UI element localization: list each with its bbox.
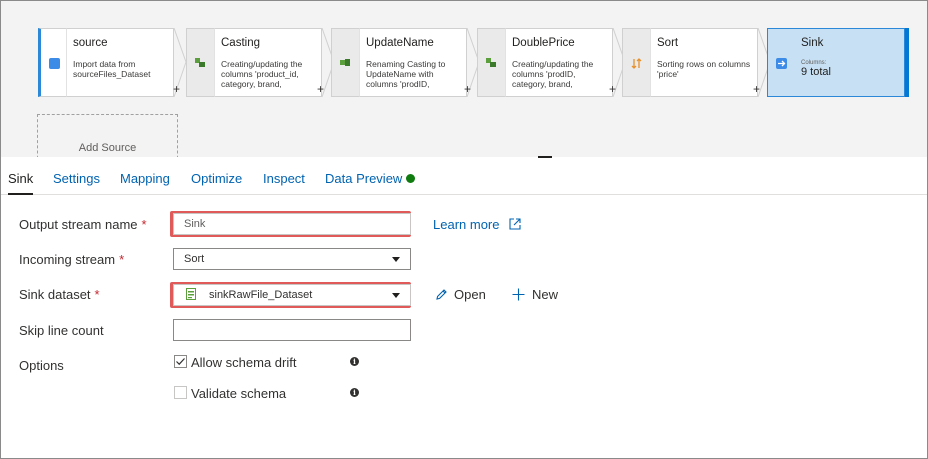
add-transform-plus[interactable]: + (317, 82, 324, 96)
node-title: UpdateName (366, 37, 434, 49)
pencil-icon (436, 289, 447, 300)
sink-icon (776, 58, 787, 69)
node-updatename[interactable]: UpdateName Renaming Casting to UpdateNam… (331, 28, 479, 97)
skip-line-count-label: Skip line count (19, 323, 104, 338)
incoming-stream-select[interactable]: Sort (173, 248, 411, 270)
tab-optimize[interactable]: Optimize (191, 171, 242, 186)
incoming-stream-label: Incoming stream * (19, 252, 125, 267)
sink-dataset-select[interactable]: sinkRawFile_Dataset (173, 284, 411, 306)
output-stream-input[interactable] (184, 214, 410, 234)
node-description: Sorting rows on columns 'price' (657, 59, 751, 79)
status-dot-icon (406, 174, 415, 183)
external-link-icon (509, 218, 521, 230)
settings-tabs: Sink Settings Mapping Optimize Inspect D… (1, 158, 927, 195)
dataset-file-icon (186, 288, 196, 300)
node-title: source (73, 37, 108, 49)
output-stream-field[interactable] (173, 213, 411, 235)
validate-schema-checkbox[interactable] (174, 386, 187, 399)
node-doubleprice[interactable]: DoublePrice Creating/updating the column… (477, 28, 625, 97)
select-icon (340, 59, 350, 66)
info-icon[interactable]: i (350, 357, 359, 366)
node-title: Sink (801, 37, 824, 49)
node-title: Sort (657, 37, 679, 49)
learn-more-link[interactable]: Learn more (433, 217, 521, 232)
source-icon (49, 58, 60, 69)
node-description: Import data from sourceFiles_Dataset (73, 59, 151, 79)
node-sink[interactable]: Sink Columns: 9 total (767, 28, 909, 97)
node-description: Creating/updating the columns 'prodID, c… (512, 59, 594, 89)
incoming-stream-value: Sort (184, 253, 205, 265)
tab-mapping[interactable]: Mapping (120, 171, 170, 186)
node-description: Creating/updating the columns 'product_i… (221, 59, 303, 89)
skip-line-count-field[interactable] (173, 319, 411, 341)
node-title: Casting (221, 37, 260, 49)
chevron-down-icon (392, 257, 400, 262)
output-stream-label: Output stream name * (19, 217, 147, 232)
add-transform-plus[interactable]: + (173, 82, 180, 96)
checkmark-icon (176, 358, 185, 366)
add-source-button[interactable]: Add Source (37, 114, 178, 157)
add-transform-plus[interactable]: + (464, 82, 471, 96)
options-label: Options (19, 358, 64, 373)
add-transform-plus[interactable]: + (609, 82, 616, 96)
tab-settings[interactable]: Settings (53, 171, 100, 186)
node-casting[interactable]: Casting Creating/updating the columns 'p… (186, 28, 334, 97)
tab-sink[interactable]: Sink (8, 171, 34, 195)
dataflow-canvas[interactable]: source Import data from sourceFiles_Data… (1, 1, 927, 157)
tab-data-preview[interactable]: Data Preview (325, 171, 402, 186)
allow-schema-drift-label: Allow schema drift (191, 355, 297, 370)
sink-dataset-label: Sink dataset * (19, 287, 100, 302)
sort-icon (631, 58, 642, 69)
add-source-label: Add Source (78, 142, 137, 154)
node-source[interactable]: source Import data from sourceFiles_Data… (38, 28, 186, 97)
tab-inspect[interactable]: Inspect (263, 171, 305, 186)
derived-column-icon (195, 58, 205, 67)
skip-line-count-input[interactable] (184, 320, 410, 340)
chevron-down-icon (392, 293, 400, 298)
node-description: Renaming Casting to UpdateName with colu… (366, 59, 446, 89)
sink-dataset-value: sinkRawFile_Dataset (209, 289, 313, 301)
node-title: DoublePrice (512, 37, 575, 49)
plus-icon (512, 288, 525, 301)
info-icon[interactable]: i (350, 388, 359, 397)
open-dataset-button[interactable]: Open (435, 287, 486, 302)
allow-schema-drift-checkbox[interactable] (174, 355, 187, 368)
new-dataset-button[interactable]: New (512, 287, 558, 302)
derived-column-icon (486, 58, 496, 67)
add-transform-plus[interactable]: + (753, 82, 760, 96)
columns-count: 9 total (801, 66, 831, 78)
node-sort[interactable]: Sort Sorting rows on columns 'price' + (622, 28, 770, 97)
validate-schema-label: Validate schema (191, 386, 287, 401)
